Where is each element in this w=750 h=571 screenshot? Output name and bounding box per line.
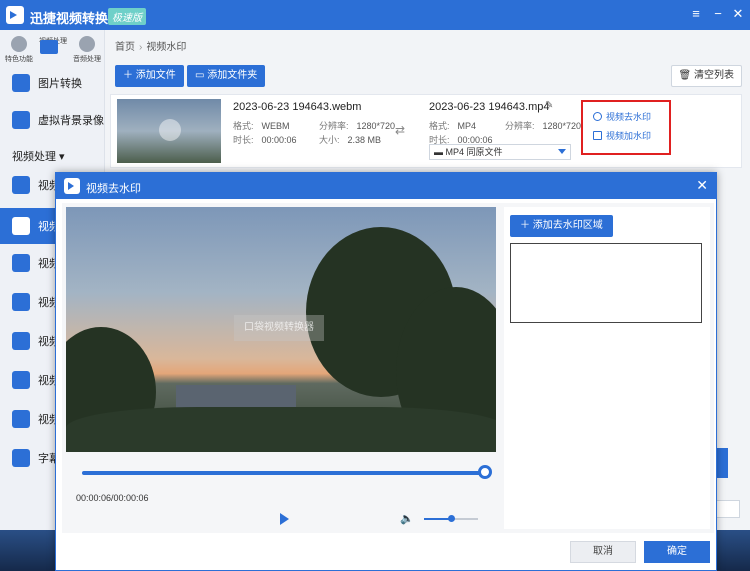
video-format-icon: ▬ xyxy=(434,147,443,157)
close-icon[interactable]: ✕ xyxy=(730,6,746,22)
source-filename: 2023-06-23 194643.webm xyxy=(233,101,362,113)
app-logo-icon xyxy=(64,178,80,194)
film-icon xyxy=(12,254,30,272)
sidebar-item-label: 虚拟背景录像 xyxy=(38,115,104,127)
shuffle-icon: ⇄ xyxy=(395,123,406,137)
user-video-icon xyxy=(12,217,30,235)
output-format-select[interactable]: ▬ MP4 同原文件 xyxy=(429,144,571,160)
remove-watermark-link[interactable]: 视频去水印 xyxy=(593,110,651,123)
sidebar-item-virtual-bg[interactable]: 虚拟背景录像 xyxy=(0,105,105,135)
tab-label: 特色功能 xyxy=(5,56,33,63)
video-icon xyxy=(12,176,30,194)
breadcrumb-current: 视频水印 xyxy=(146,42,187,53)
sidebar-item-image-convert[interactable]: 图片转换 xyxy=(0,68,105,98)
edit-icon xyxy=(593,131,602,140)
dialog-header: 视频去水印 ✕ xyxy=(56,173,716,199)
volume-fill xyxy=(424,518,451,520)
volume-icon[interactable]: 🔈 xyxy=(400,513,414,525)
film-icon xyxy=(12,371,30,389)
title-bar: 迅捷视频转换器 极速版 ≡ − ✕ xyxy=(0,0,750,30)
breadcrumb: 首页 › 视频水印 xyxy=(115,42,187,53)
confirm-button[interactable]: 确定 xyxy=(644,541,710,563)
star-icon xyxy=(11,36,27,52)
audio-icon xyxy=(79,36,95,52)
source-resolution: 分辨率: 1280*720 xyxy=(319,121,396,131)
add-watermark-area-button[interactable]: ＋ 添加去水印区域 xyxy=(510,215,613,237)
volume-handle[interactable] xyxy=(448,515,455,522)
watermark-overlay[interactable]: 口袋视频转换器 xyxy=(234,315,324,341)
dialog-body: 口袋视频转换器 00:00:06/00:00:06 🔈 ＋ 添加去水印区域 xyxy=(62,203,714,533)
clear-list-button[interactable]: 🗑 清空列表 xyxy=(670,65,742,87)
source-duration: 时长: 00:00:06 xyxy=(233,135,297,145)
edit-icon[interactable]: ✎ xyxy=(545,100,553,111)
close-icon[interactable]: ✕ xyxy=(696,177,708,194)
video-preview[interactable]: 口袋视频转换器 xyxy=(66,207,496,452)
source-format: 格式: WEBM xyxy=(233,121,290,131)
file-row[interactable]: 2023-06-23 194643.webm 格式: WEBM 分辨率: 1280*… xyxy=(110,94,742,168)
watermark-area-panel: ＋ 添加去水印区域 xyxy=(504,207,710,529)
output-path-select-edge[interactable] xyxy=(714,500,740,518)
add-file-button[interactable]: ＋ 添加文件 xyxy=(115,65,184,87)
tab-label: 音频处理 xyxy=(73,56,101,63)
progress-handle[interactable] xyxy=(478,465,492,479)
chevron-down-icon xyxy=(558,149,566,154)
tab-featured[interactable]: 特色功能 xyxy=(2,36,36,64)
film-icon xyxy=(12,293,30,311)
playback-progress-bar[interactable] xyxy=(82,471,484,475)
output-format: 格式: MP4 xyxy=(429,121,477,131)
play-circle-icon xyxy=(12,410,30,428)
add-watermark-link[interactable]: 视频加水印 xyxy=(593,129,651,142)
playback-time: 00:00:06/00:00:06 xyxy=(76,493,149,503)
ground-shape xyxy=(66,407,496,452)
highlight-box: 视频去水印 视频加水印 xyxy=(581,100,671,155)
tab-audio-processing[interactable]: 音频处理 xyxy=(70,36,104,64)
menu-icon[interactable]: ≡ xyxy=(688,6,704,22)
gif-icon xyxy=(12,332,30,350)
add-folder-button[interactable]: ▭ 添加文件夹 xyxy=(187,65,266,87)
tab-video-processing[interactable]: 视频处理 xyxy=(36,36,70,54)
source-size: 大小: 2.38 MB xyxy=(319,135,382,145)
video-icon xyxy=(40,40,58,54)
app-logo-icon xyxy=(6,6,24,24)
star-icon xyxy=(12,449,30,467)
video-thumbnail[interactable] xyxy=(117,99,221,163)
image-icon xyxy=(12,74,30,92)
sidebar-item-label: 图片转换 xyxy=(38,78,82,90)
watermark-removal-dialog: 视频去水印 ✕ 口袋视频转换器 00:00:06/00:00:06 🔈 ＋ 添加… xyxy=(55,172,717,571)
output-filename: 2023-06-23 194643.mp4 xyxy=(429,101,550,113)
breadcrumb-home[interactable]: 首页 xyxy=(115,42,135,53)
top-category-tabs: 特色功能 视频处理 音频处理 xyxy=(0,30,105,70)
edition-badge: 极速版 xyxy=(108,8,146,25)
dialog-title: 视频去水印 xyxy=(86,183,141,195)
cancel-button[interactable]: 取消 xyxy=(570,541,636,563)
sidebar-section-video[interactable]: 视频处理 ▾ xyxy=(12,148,65,164)
minimize-icon[interactable]: − xyxy=(710,6,726,22)
camera-icon xyxy=(12,111,30,129)
play-icon[interactable] xyxy=(280,513,289,525)
play-circle-icon xyxy=(593,112,602,121)
watermark-area-list[interactable] xyxy=(510,243,702,323)
output-resolution: 分辨率: 1280*720 xyxy=(505,121,582,131)
